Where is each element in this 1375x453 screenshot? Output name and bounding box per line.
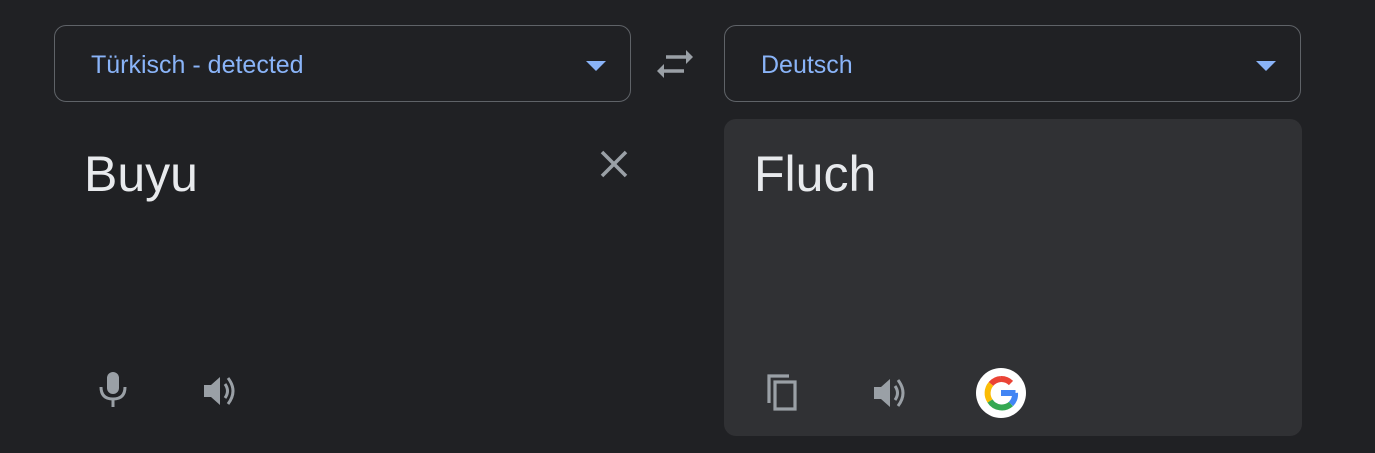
translation-text: Fluch	[754, 146, 877, 202]
chevron-down-icon	[586, 61, 606, 71]
target-language-label: Deutsch	[761, 51, 853, 79]
microphone-icon	[99, 372, 127, 407]
speaker-icon	[874, 379, 905, 407]
speaker-icon	[204, 377, 235, 405]
copy-icon	[767, 374, 797, 411]
google-search-button[interactable]	[976, 368, 1026, 418]
target-language-select[interactable]: Deutsch	[724, 25, 1301, 102]
clear-source-button[interactable]	[594, 144, 634, 184]
source-language-label: Türkisch - detected	[91, 51, 304, 79]
listen-translation-button[interactable]	[866, 369, 914, 417]
close-icon	[600, 150, 628, 178]
source-text-area[interactable]: Buyu	[54, 120, 631, 436]
swap-languages-button[interactable]	[652, 44, 698, 84]
chevron-down-icon	[1256, 61, 1276, 71]
copy-translation-button[interactable]	[758, 369, 806, 417]
listen-source-button[interactable]	[196, 367, 244, 415]
microphone-button[interactable]	[89, 365, 137, 413]
translate-widget: Türkisch - detected Deutsch Buyu Fluch	[0, 0, 1375, 453]
google-logo-icon	[984, 376, 1018, 411]
source-text[interactable]: Buyu	[84, 146, 198, 202]
swap-languages-icon	[657, 50, 693, 78]
source-language-select[interactable]: Türkisch - detected	[54, 25, 631, 102]
translation-output-area: Fluch	[724, 119, 1302, 436]
